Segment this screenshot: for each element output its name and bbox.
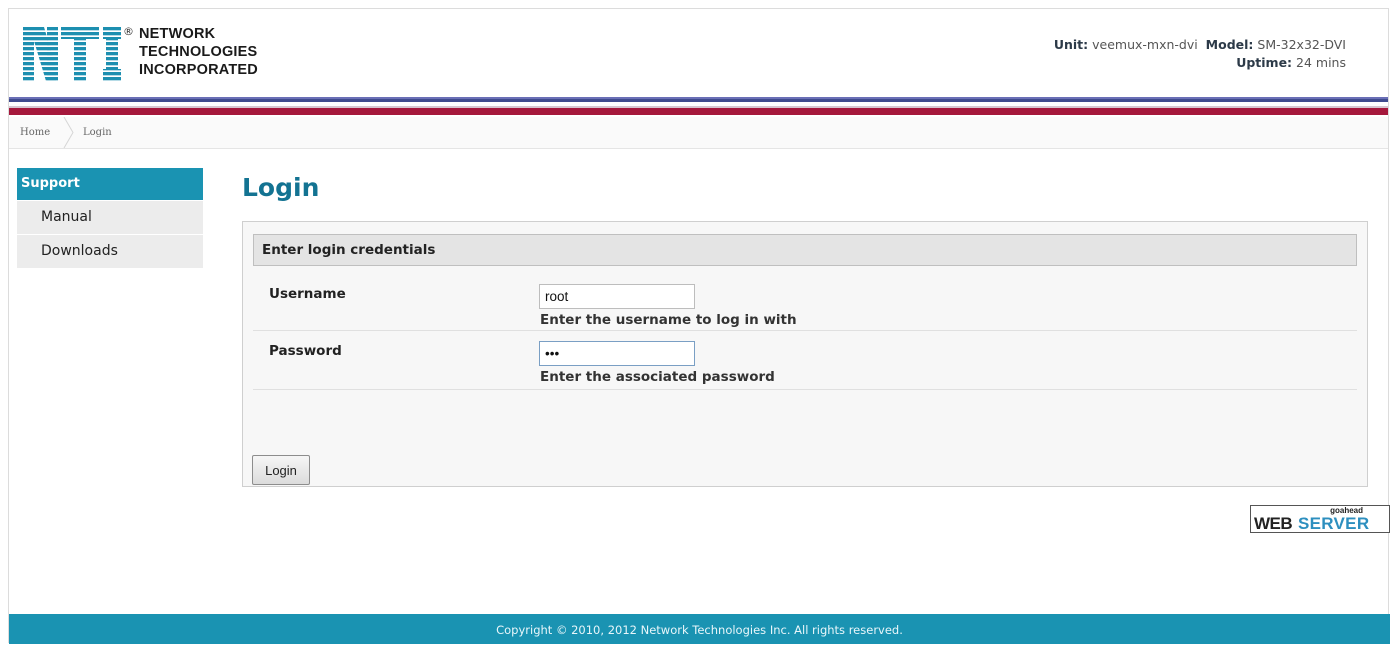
model-value: SM-32x32-DVI bbox=[1257, 37, 1346, 52]
login-form-heading: Enter login credentials bbox=[253, 234, 1357, 266]
registered-mark: ® bbox=[123, 25, 134, 38]
breadcrumb-home-link[interactable]: Home bbox=[20, 127, 50, 138]
page-title: Login bbox=[242, 173, 320, 202]
sidebar-heading-support: Support bbox=[17, 168, 203, 200]
password-row: Password Enter the associated password bbox=[253, 331, 1357, 390]
nti-logo-mark bbox=[23, 27, 121, 81]
username-row: Username Enter the username to log in wi… bbox=[253, 274, 1357, 331]
unit-info: Unit: veemux-mxn-dvi Model: SM-32x32-DVI… bbox=[1054, 36, 1346, 72]
password-label: Password bbox=[269, 343, 342, 359]
login-form-panel: Enter login credentials Username Enter t… bbox=[242, 221, 1368, 487]
company-name: NETWORK TECHNOLOGIES INCORPORATED bbox=[139, 25, 258, 79]
username-help: Enter the username to log in with bbox=[540, 312, 797, 328]
header: ® NETWORK TECHNOLOGIES INCORPORATED Unit… bbox=[9, 9, 1388, 101]
page: ® NETWORK TECHNOLOGIES INCORPORATED Unit… bbox=[8, 8, 1390, 644]
password-help: Enter the associated password bbox=[540, 369, 775, 385]
unit-label: Unit: bbox=[1053, 37, 1089, 52]
nti-logo[interactable]: ® NETWORK TECHNOLOGIES INCORPORATED bbox=[23, 25, 293, 85]
badge-server-text: SERVER bbox=[1298, 514, 1370, 533]
sidebar: Support Manual Downloads bbox=[17, 168, 203, 268]
model-label: Model: bbox=[1205, 37, 1254, 52]
sidebar-item-manual[interactable]: Manual bbox=[17, 201, 203, 234]
uptime-label: Uptime: bbox=[1236, 55, 1293, 70]
footer-copyright: Copyright © 2010, 2012 Network Technolog… bbox=[9, 614, 1390, 644]
breadcrumb-current: Login bbox=[83, 127, 112, 138]
password-input[interactable] bbox=[539, 341, 695, 366]
badge-web-text: WEB bbox=[1254, 514, 1293, 533]
company-name-line-2: TECHNOLOGIES bbox=[139, 44, 258, 60]
breadcrumb-separator-icon bbox=[63, 117, 74, 148]
goahead-webserver-badge[interactable]: goahead WEB SERVER bbox=[1250, 505, 1390, 533]
header-stripes bbox=[9, 97, 1388, 117]
sidebar-item-downloads[interactable]: Downloads bbox=[17, 235, 203, 268]
username-input[interactable] bbox=[539, 284, 695, 309]
login-button[interactable]: Login bbox=[252, 455, 310, 485]
unit-value: veemux-mxn-dvi bbox=[1092, 37, 1198, 52]
company-name-line-3: INCORPORATED bbox=[139, 62, 258, 78]
username-label: Username bbox=[269, 286, 346, 302]
breadcrumb: Home Login bbox=[9, 117, 1388, 149]
uptime-value: 24 mins bbox=[1296, 55, 1346, 70]
company-name-line-1: NETWORK bbox=[139, 26, 216, 42]
